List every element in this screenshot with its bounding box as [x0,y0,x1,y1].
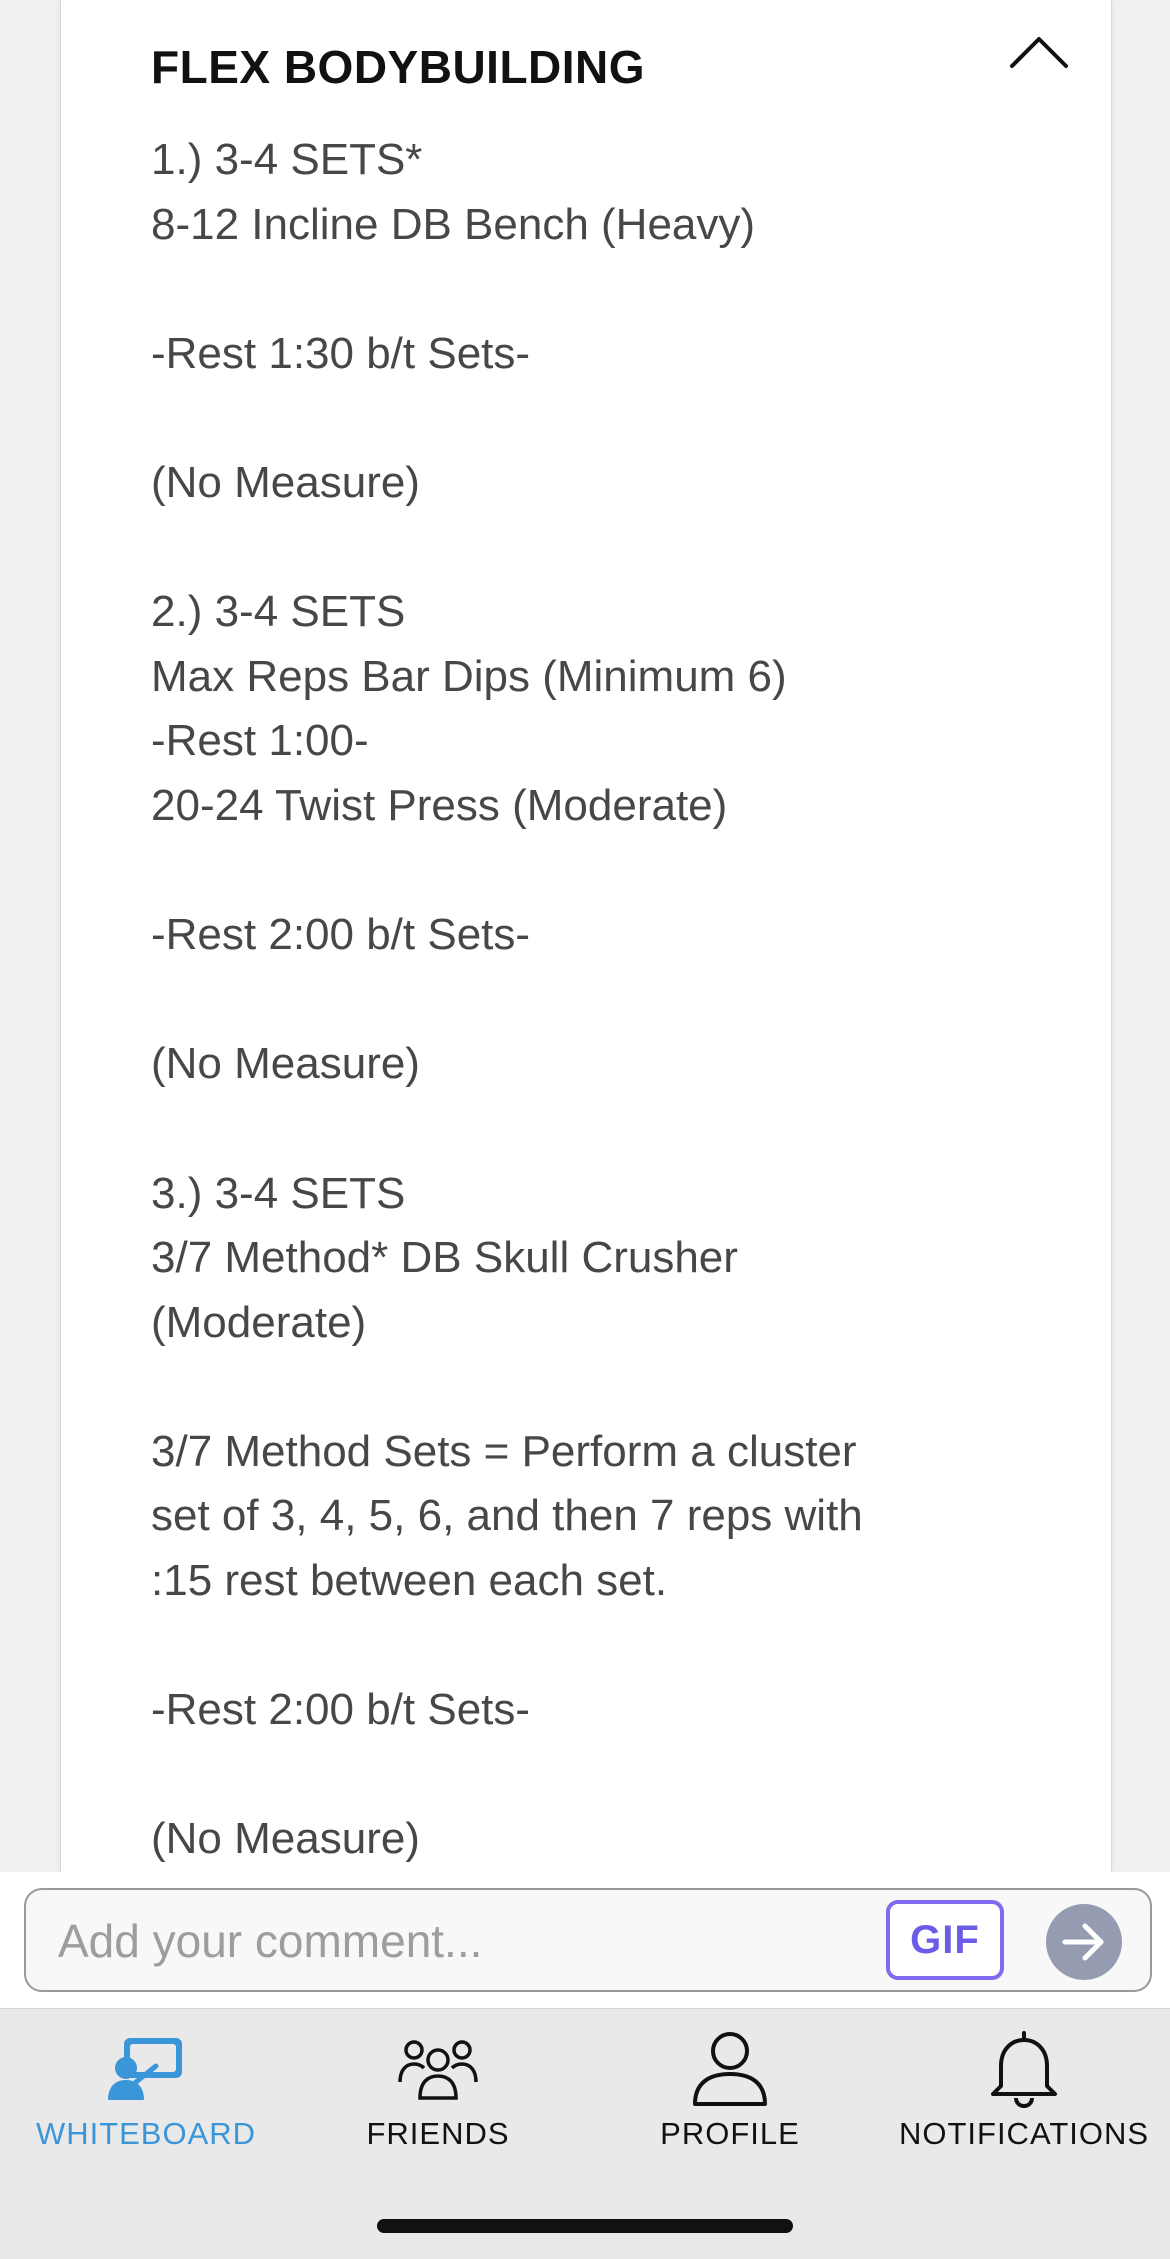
friends-icon [398,2040,478,2100]
tab-whiteboard[interactable]: WHITEBOARD [0,2009,292,2159]
arrow-right-icon [1062,1923,1104,1961]
gif-button[interactable]: GIF [886,1900,1004,1980]
workout-title: FLEX BODYBUILDING [151,41,646,93]
comment-bar: GIF [0,1872,1170,2009]
tab-friends[interactable]: FRIENDS [292,2009,584,2159]
tab-whiteboard-label: WHITEBOARD [35,2116,257,2151]
send-button[interactable] [1046,1904,1122,1980]
gif-button-label: GIF [910,1917,980,1962]
bell-icon [991,2031,1057,2108]
tab-profile-label: PROFILE [660,2116,800,2151]
profile-icon [693,2032,767,2106]
home-indicator [377,2219,793,2233]
chevron-up-icon [1010,37,1068,68]
whiteboard-icon [108,2038,182,2100]
comment-box: GIF [24,1888,1152,1992]
workout-description: 1.) 3-4 SETS* 8-12 Incline DB Bench (Hea… [151,135,863,1864]
tab-notifications[interactable]: NOTIFICATIONS [878,2009,1170,2159]
comment-input[interactable] [56,1908,880,1974]
tab-friends-label: FRIENDS [366,2116,510,2151]
tab-notifications-label: NOTIFICATIONS [898,2116,1150,2151]
collapse-button[interactable] [999,22,1079,82]
workout-card: FLEX BODYBUILDING 1.) 3-4 SETS* 8-12 Inc… [60,0,1112,1872]
tab-profile[interactable]: PROFILE [584,2009,876,2159]
